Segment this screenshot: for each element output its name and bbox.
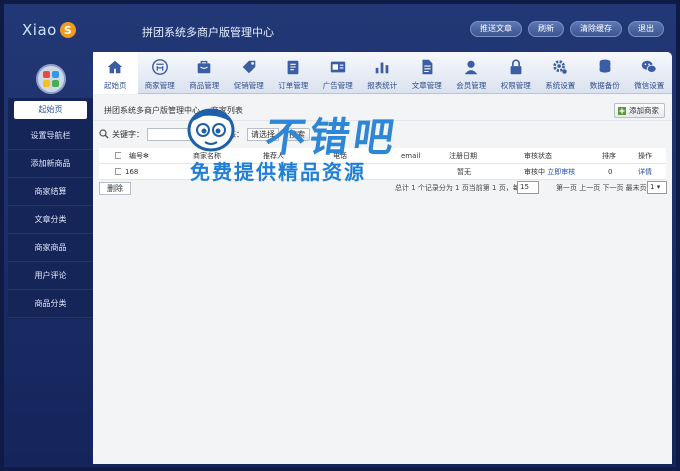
sidebar-item-add-product[interactable]: 添加新商品 [8,150,93,178]
tab-member[interactable]: 会员管理 [449,52,494,94]
page-jump-select[interactable]: 1 ▾ [647,181,667,194]
page-links[interactable]: 第一页 上一页 下一页 最末页 [556,183,647,193]
col-action: 操作 [638,151,652,160]
col-status: 审核状态 [524,151,552,160]
tab-system-settings[interactable]: 系统设置 [538,52,583,94]
tab-product[interactable]: 商品管理 [182,52,227,94]
col-email: email [401,151,421,160]
clear-cache-button[interactable]: 清除缓存 [570,21,622,37]
wechat-icon [639,57,659,77]
detail-link[interactable]: 详情 [638,167,666,177]
sidebar-item-settlement[interactable]: 商家结算 [8,178,93,206]
ad-icon [328,57,348,77]
module-tabs: 起始页 商家管理 商品管理 促销管理 订单管理 广告管理 报表统计 文章管理 会… [93,52,672,94]
pagination-bar: 删除 总计 1 个记录分为 1 页当前第 1 页，每页 15 第一页 上一页 下… [99,181,667,195]
sidebar-item-product-category[interactable]: 商品分类 [8,290,93,318]
tab-label: 报表统计 [367,81,398,90]
tab-start[interactable]: 起始页 [93,52,138,94]
database-icon [595,57,615,77]
review-now-link[interactable]: 立即审核 [547,168,575,176]
tab-wechat[interactable]: 微信设置 [627,52,672,94]
row-checkbox-cell [99,168,121,176]
page-size-input[interactable]: 15 [517,181,539,194]
tab-label: 系统设置 [545,81,576,90]
tab-label: 商家管理 [144,81,175,90]
tab-label: 文章管理 [411,81,442,90]
app-title: 拼团系统多商户版管理中心 [142,26,274,39]
tab-label: 促销管理 [233,81,264,90]
sidebar-item-nav-settings[interactable]: 设置导航栏 [8,122,93,150]
keyword-label: 关键字： [112,129,144,139]
member-icon [461,57,481,77]
sidebar: 起始页 设置导航栏 添加新商品 商家结算 文章分类 商家商品 用户评论 商品分类 [8,98,93,319]
logo: Xiao S [22,20,76,40]
header-toolbar: 推送文章 刷新 清除缓存 退出 [470,21,664,37]
cell-date: 暂无 [457,167,471,176]
order-icon [283,57,303,77]
article-icon [417,57,437,77]
sidebar-item-start[interactable]: 起始页 [14,101,87,119]
merchant-icon [150,57,170,77]
tab-label: 广告管理 [322,81,353,90]
logo-text: Xiao [22,21,57,39]
tab-backup[interactable]: 数据备份 [583,52,628,94]
watermark-slogan: 免费提供精品资源 [190,160,366,184]
tab-report[interactable]: 报表统计 [360,52,405,94]
gear-icon [550,57,570,77]
product-icon [194,57,214,77]
tab-ad[interactable]: 广告管理 [316,52,361,94]
select-all-cell [99,152,121,160]
cell-status: 审核中 立即审核 [524,167,602,177]
cell-id: 168 [125,167,139,176]
sidebar-item-user-comments[interactable]: 用户评论 [8,262,93,290]
tab-label: 数据备份 [589,81,620,90]
tab-label: 微信设置 [634,81,665,90]
cell-sort[interactable]: 0 [602,168,638,176]
home-icon [105,57,125,77]
tab-promotion[interactable]: 促销管理 [227,52,272,94]
tab-label: 会员管理 [456,81,487,90]
add-merchant-button[interactable]: 添加商家 [614,103,665,118]
app-frame: Xiao S 拼团系统多商户版管理中心 推送文章 刷新 清除缓存 退出 起始页 … [0,0,680,471]
report-icon [372,57,392,77]
logo-badge: S [59,22,76,38]
watermark-brand: 不错吧 [262,115,401,161]
delete-button[interactable]: 删除 [99,181,131,195]
tab-merchant[interactable]: 商家管理 [138,52,183,94]
add-icon [618,106,626,115]
search-icon [99,129,109,139]
logout-button[interactable]: 退出 [628,21,664,37]
sidebar-item-article-category[interactable]: 文章分类 [8,206,93,234]
tab-label: 权限管理 [500,81,531,90]
col-sort: 排序 [602,151,616,160]
table-row: 168 暂无 审核中 立即审核 0 详情 [99,164,666,180]
tab-article[interactable]: 文章管理 [405,52,450,94]
tab-label: 订单管理 [278,81,309,90]
push-article-button[interactable]: 推送文章 [470,21,522,37]
tab-order[interactable]: 订单管理 [271,52,316,94]
tab-label: 起始页 [104,81,127,90]
page-info: 总计 1 个记录分为 1 页当前第 1 页，每页 [395,184,527,192]
avatar[interactable] [36,64,66,94]
refresh-button[interactable]: 刷新 [528,21,564,37]
watermark-mascot [181,100,241,160]
add-merchant-label: 添加商家 [629,106,659,115]
promotion-icon [239,57,259,77]
col-date: 注册日期 [449,151,477,160]
tab-label: 商品管理 [189,81,220,90]
mascot-face-icon [187,108,235,152]
lock-icon [506,57,526,77]
status-text: 审核中 [524,167,545,176]
tab-permission[interactable]: 权限管理 [494,52,539,94]
avatar-icon [43,71,59,87]
sidebar-item-merchant-products[interactable]: 商家商品 [8,234,93,262]
